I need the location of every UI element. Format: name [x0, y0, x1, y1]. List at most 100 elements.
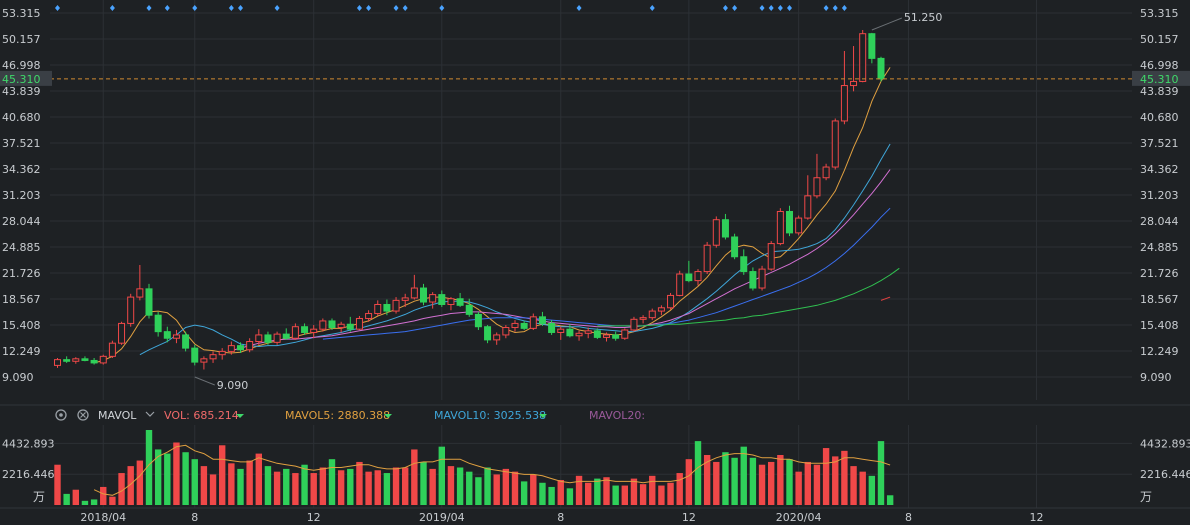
candle-body [90, 359, 98, 364]
volume-bar [447, 466, 455, 505]
candle-body [685, 273, 693, 282]
volume-bar [868, 475, 876, 505]
volume-bar [292, 473, 299, 505]
y-tick-label-right: 31.203 [1140, 189, 1179, 202]
y-tick-label-left: 24.885 [2, 241, 41, 254]
candle-body [237, 345, 244, 351]
volume-bar [54, 464, 61, 505]
candle-body [859, 33, 867, 82]
y-tick-label-left: 43.839 [2, 85, 41, 98]
volume-bar [383, 473, 391, 505]
candle-body [703, 244, 711, 273]
volume-bar [502, 468, 510, 505]
volume-bar [859, 471, 866, 505]
candle-body [603, 334, 610, 338]
volume-bar [164, 453, 171, 505]
volume-bar [832, 456, 839, 505]
candle-body [758, 268, 766, 289]
volume-bar [246, 460, 253, 505]
volume-bar [475, 477, 482, 505]
y-tick-label-left: 15.408 [2, 319, 41, 332]
volume-bar [109, 496, 116, 505]
candle-body [54, 359, 61, 366]
volume-bar [392, 467, 400, 505]
y-tick-label-right: 50.157 [1140, 33, 1179, 46]
candle-body [81, 358, 89, 361]
y-tick-label-right: 46.998 [1140, 59, 1179, 72]
vol-label: VOL: 685.214 [164, 409, 239, 422]
volume-unit-left: 万 [33, 490, 45, 504]
candle-body [392, 299, 400, 312]
volume-bar [822, 448, 830, 505]
candle-body [172, 334, 180, 339]
volume-bar [511, 471, 519, 505]
volume-bar [813, 464, 821, 505]
y-tick-label-right: 53.315 [1140, 7, 1179, 20]
volume-bar [63, 493, 70, 505]
candle-body [209, 354, 217, 360]
y-tick-label-right: 21.726 [1140, 267, 1179, 280]
volume-bar [703, 455, 711, 505]
candle-body [127, 296, 135, 324]
candle-body [676, 273, 684, 296]
x-tick-label: 2019/04 [419, 511, 465, 524]
volume-bar [649, 475, 656, 505]
candle-body [749, 271, 757, 289]
volume-bar [877, 441, 885, 505]
volume-bar [786, 459, 793, 505]
volume-bar [191, 459, 198, 505]
volume-bar [237, 468, 244, 505]
volume-bar [575, 475, 583, 505]
candle-body [182, 334, 190, 349]
volume-bar [585, 482, 592, 505]
low-annotation-label: 9.090 [217, 379, 249, 392]
candle-body [191, 347, 199, 363]
volume-bar [136, 460, 144, 505]
candle-body [575, 332, 583, 337]
volume-bar [411, 449, 418, 505]
y-tick-label-left: 46.998 [2, 59, 41, 72]
volume-bar [484, 467, 491, 505]
volume-bar [273, 471, 281, 505]
mavol20-label: MAVOL20: [589, 409, 645, 422]
volume-bar [722, 452, 729, 505]
candle-body [246, 341, 254, 351]
last-price-label-left: 45.310 [2, 73, 41, 86]
candle-body [721, 219, 729, 238]
candle-body [538, 316, 546, 324]
volume-bar [347, 468, 354, 505]
y-tick-label-left: 53.315 [2, 7, 41, 20]
volume-bar [90, 499, 98, 505]
volume-bar [621, 485, 628, 505]
candle-body [420, 287, 427, 303]
volume-bar [603, 477, 610, 505]
mavol5-label: MAVOL5: 2880.388 [285, 409, 390, 422]
volume-bar [337, 470, 345, 505]
y-tick-label-left: 37.521 [2, 137, 41, 150]
candle-body [667, 294, 675, 309]
volume-bar [402, 467, 409, 505]
volume-bar [283, 468, 290, 505]
volume-bar [886, 495, 894, 505]
y-tick-label-right: 24.885 [1140, 241, 1179, 254]
candle-body [630, 318, 638, 331]
candle-body [291, 326, 299, 339]
candle-body [163, 331, 171, 339]
y-tick-label-right: 18.567 [1140, 293, 1179, 306]
candle-body [529, 316, 537, 329]
volume-bar [173, 442, 180, 505]
stock-chart: 53.315 50.157 46.998 43.839 40.680 37.521 34.3… [0, 0, 1190, 525]
candle-body [694, 271, 702, 282]
volume-bar [713, 461, 720, 505]
candle-body [255, 334, 263, 343]
volume-bar [328, 459, 336, 505]
candle-body [712, 219, 720, 246]
candle-body [374, 303, 382, 315]
volume-bar [438, 446, 445, 505]
volume-bar [795, 471, 802, 505]
volume-bar [100, 486, 107, 505]
y-axis-right: 53.315 50.157 46.998 43.839 40.680 37.521 34.3… [1140, 7, 1179, 384]
volume-bar [182, 452, 189, 505]
volume-bar [850, 466, 857, 505]
candle-body [795, 217, 803, 234]
